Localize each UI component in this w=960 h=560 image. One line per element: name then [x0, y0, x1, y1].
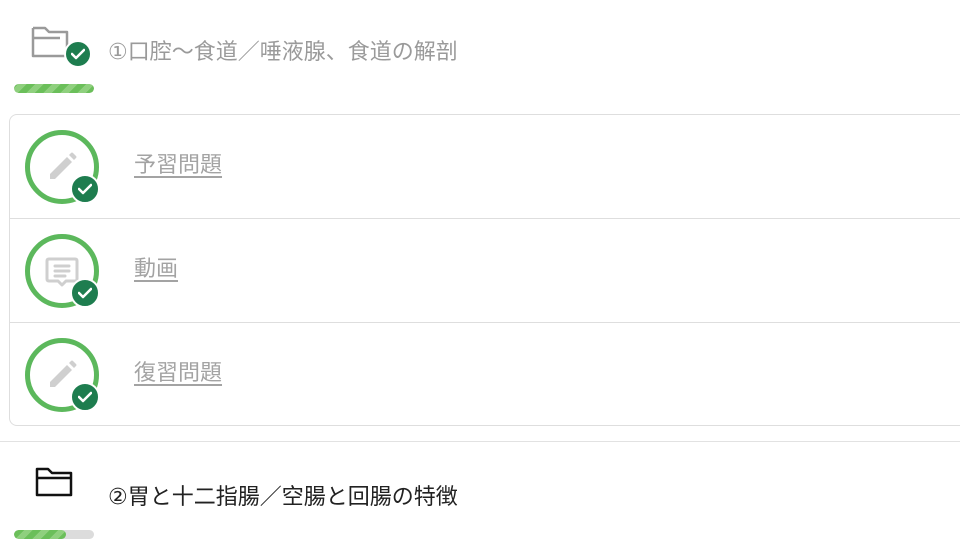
lesson-row-review-quiz[interactable]: 復習問題	[10, 323, 960, 425]
lesson-list: 予習問題 動画 復習問題	[9, 114, 960, 426]
lesson-row-video[interactable]: 動画	[10, 219, 960, 323]
section-progress-bar-2	[14, 530, 94, 539]
folder-icon	[34, 464, 98, 514]
section-title: ②胃と十二指腸／空腸と回腸の特徴	[108, 485, 458, 510]
section-header-2[interactable]: ②胃と十二指腸／空腸と回腸の特徴	[0, 462, 960, 522]
lesson-link-video[interactable]: 動画	[134, 255, 178, 285]
completed-check-icon	[64, 40, 92, 68]
progress-fill	[14, 530, 66, 539]
course-curriculum: ①口腔～食道／唾液腺、食道の解剖 予習問題 動画 復習問題 ②胃と十二指腸／空腸…	[0, 0, 960, 560]
lesson-icon	[25, 234, 100, 308]
lesson-icon	[25, 130, 100, 204]
section-header-1[interactable]: ①口腔～食道／唾液腺、食道の解剖	[0, 18, 960, 78]
progress-fill	[14, 84, 94, 93]
completed-check-icon	[70, 174, 100, 204]
lesson-link-preview-quiz[interactable]: 予習問題	[134, 151, 222, 181]
completed-check-icon	[70, 278, 100, 308]
lesson-row-preview-quiz[interactable]: 予習問題	[10, 115, 960, 219]
lesson-link-review-quiz[interactable]: 復習問題	[134, 359, 222, 389]
section-progress-bar-1	[14, 84, 94, 93]
completed-check-icon	[70, 382, 100, 412]
section-title: ①口腔～食道／唾液腺、食道の解剖	[108, 40, 458, 65]
folder-open-icon	[30, 22, 94, 72]
section-divider	[0, 441, 960, 442]
lesson-icon	[25, 338, 100, 412]
